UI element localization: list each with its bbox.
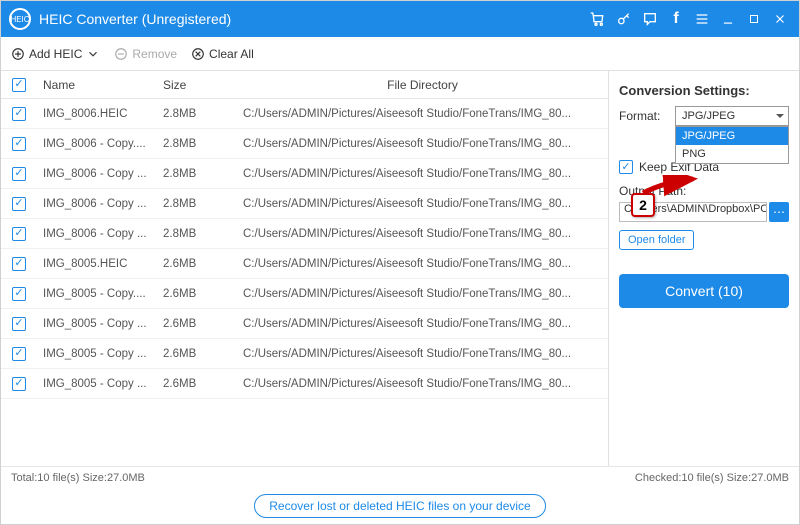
settings-title: Conversion Settings:: [619, 79, 789, 106]
status-total: Total:10 file(s) Size:27.0MB: [11, 472, 145, 484]
minimize-button[interactable]: [715, 6, 741, 32]
remove-label: Remove: [132, 47, 177, 61]
output-path-input[interactable]: C:\Users\ADMIN\Dropbox\PC\: [619, 202, 767, 222]
browse-button[interactable]: ⋯: [769, 202, 789, 222]
row-name: IMG_8006.HEIC: [37, 108, 157, 120]
row-checkbox[interactable]: ✓: [12, 287, 26, 301]
row-size: 2.8MB: [157, 168, 237, 180]
menu-icon[interactable]: [689, 6, 715, 32]
table-row[interactable]: ✓ IMG_8006 - Copy....2.8MBC:/Users/ADMIN/…: [1, 129, 608, 159]
row-size: 2.8MB: [157, 138, 237, 150]
row-name: IMG_8005 - Copy ...: [37, 378, 157, 390]
app-title: HEIC Converter (Unregistered): [39, 11, 231, 27]
clear-all-label: Clear All: [209, 47, 254, 61]
row-name: IMG_8005.HEIC: [37, 258, 157, 270]
table-body: ✓IMG_8006.HEIC2.8MBC:/Users/ADMIN/Pictur…: [1, 99, 608, 466]
row-size: 2.6MB: [157, 348, 237, 360]
row-path: C:/Users/ADMIN/Pictures/Aiseesoft Studio…: [237, 288, 608, 300]
status-checked: Checked:10 file(s) Size:27.0MB: [635, 472, 789, 484]
row-size: 2.8MB: [157, 228, 237, 240]
row-name: IMG_8006 - Copy ...: [37, 168, 157, 180]
row-path: C:/Users/ADMIN/Pictures/Aiseesoft Studio…: [237, 168, 608, 180]
row-path: C:/Users/ADMIN/Pictures/Aiseesoft Studio…: [237, 348, 608, 360]
feedback-icon[interactable]: [637, 6, 663, 32]
row-name: IMG_8005 - Copy ...: [37, 348, 157, 360]
row-size: 2.6MB: [157, 288, 237, 300]
row-checkbox[interactable]: ✓: [12, 317, 26, 331]
row-path: C:/Users/ADMIN/Pictures/Aiseesoft Studio…: [237, 378, 608, 390]
row-checkbox[interactable]: ✓: [12, 137, 26, 151]
format-option-jpg[interactable]: JPG/JPEG: [676, 127, 788, 145]
file-list-panel: ✓ Name Size File Directory ✓ IMG_8006.HEI…: [1, 71, 609, 466]
row-name: IMG_8005 - Copy....: [37, 288, 157, 300]
col-name[interactable]: Name: [37, 78, 157, 92]
table-row[interactable]: ✓ IMG_8006 - Copy ...2.8MBC:/Users/ADMIN/…: [1, 189, 608, 219]
close-button[interactable]: [767, 6, 793, 32]
row-checkbox[interactable]: ✓: [12, 257, 26, 271]
maximize-button[interactable]: [741, 6, 767, 32]
title-bar: HEIC HEIC Converter (Unregistered) f: [1, 1, 799, 37]
add-heic-button[interactable]: Add HEIC: [11, 47, 100, 61]
row-checkbox[interactable]: ✓: [12, 197, 26, 211]
table-row[interactable]: ✓ IMG_8005 - Copy ...2.6MBC:/Users/ADMIN/…: [1, 339, 608, 369]
row-checkbox[interactable]: ✓: [12, 227, 26, 241]
format-label: Format:: [619, 109, 675, 123]
table-row[interactable]: ✓ IMG_8005 - Copy ...2.6MBC:/Users/ADMIN/…: [1, 369, 608, 399]
row-checkbox[interactable]: ✓: [12, 347, 26, 361]
toolbar: Add HEIC Remove Clear All: [1, 37, 799, 71]
recover-link[interactable]: Recover lost or deleted HEIC files on yo…: [254, 494, 545, 518]
settings-panel: Conversion Settings: Format: JPG/JPEG JP…: [609, 71, 799, 466]
footer: Recover lost or deleted HEIC files on yo…: [1, 488, 799, 524]
table-row[interactable]: ✓ IMG_8005 - Copy ...2.6MBC:/Users/ADMIN/…: [1, 309, 608, 339]
row-path: C:/Users/ADMIN/Pictures/Aiseesoft Studio…: [237, 108, 608, 120]
table-row[interactable]: ✓ IMG_8005.HEIC2.6MBC:/Users/ADMIN/Pictur…: [1, 249, 608, 279]
row-size: 2.8MB: [157, 108, 237, 120]
row-checkbox[interactable]: ✓: [12, 377, 26, 391]
row-size: 2.6MB: [157, 378, 237, 390]
row-path: C:/Users/ADMIN/Pictures/Aiseesoft Studio…: [237, 258, 608, 270]
row-size: 2.8MB: [157, 198, 237, 210]
row-path: C:/Users/ADMIN/Pictures/Aiseesoft Studio…: [237, 198, 608, 210]
output-path-label: Output Path:: [619, 184, 789, 198]
row-checkbox[interactable]: ✓: [12, 107, 26, 121]
keep-exif-checkbox[interactable]: ✓: [619, 160, 633, 174]
format-option-png[interactable]: PNG: [676, 145, 788, 163]
row-size: 2.6MB: [157, 258, 237, 270]
row-path: C:/Users/ADMIN/Pictures/Aiseesoft Studio…: [237, 228, 608, 240]
row-name: IMG_8006 - Copy ...: [37, 198, 157, 210]
convert-button[interactable]: Convert (10): [619, 274, 789, 308]
table-row[interactable]: ✓ IMG_8006.HEIC2.8MBC:/Users/ADMIN/Pictur…: [1, 99, 608, 129]
format-select[interactable]: JPG/JPEG: [675, 106, 789, 126]
remove-button[interactable]: Remove: [114, 47, 177, 61]
key-icon[interactable]: [611, 6, 637, 32]
format-dropdown: JPG/JPEG PNG: [675, 126, 789, 164]
col-path[interactable]: File Directory: [237, 78, 608, 92]
table-row[interactable]: ✓ IMG_8006 - Copy ...2.8MBC:/Users/ADMIN/…: [1, 159, 608, 189]
row-name: IMG_8006 - Copy....: [37, 138, 157, 150]
row-size: 2.6MB: [157, 318, 237, 330]
row-name: IMG_8006 - Copy ...: [37, 228, 157, 240]
format-value: JPG/JPEG: [682, 110, 735, 122]
table-row[interactable]: ✓ IMG_8006 - Copy ...2.8MBC:/Users/ADMIN/…: [1, 219, 608, 249]
row-checkbox[interactable]: ✓: [12, 167, 26, 181]
row-path: C:/Users/ADMIN/Pictures/Aiseesoft Studio…: [237, 138, 608, 150]
app-logo-icon: HEIC: [9, 8, 31, 30]
col-size[interactable]: Size: [157, 78, 237, 92]
facebook-icon[interactable]: f: [663, 6, 689, 32]
chevron-down-icon: [86, 47, 100, 61]
add-heic-label: Add HEIC: [29, 47, 82, 61]
status-bar: Total:10 file(s) Size:27.0MB Checked:10 …: [1, 466, 799, 488]
row-name: IMG_8005 - Copy ...: [37, 318, 157, 330]
select-all-checkbox[interactable]: ✓: [12, 78, 26, 92]
open-folder-button[interactable]: Open folder: [619, 230, 694, 250]
table-header: ✓ Name Size File Directory: [1, 71, 608, 99]
row-path: C:/Users/ADMIN/Pictures/Aiseesoft Studio…: [237, 318, 608, 330]
clear-all-button[interactable]: Clear All: [191, 47, 254, 61]
cart-icon[interactable]: [585, 6, 611, 32]
table-row[interactable]: ✓ IMG_8005 - Copy....2.6MBC:/Users/ADMIN/…: [1, 279, 608, 309]
